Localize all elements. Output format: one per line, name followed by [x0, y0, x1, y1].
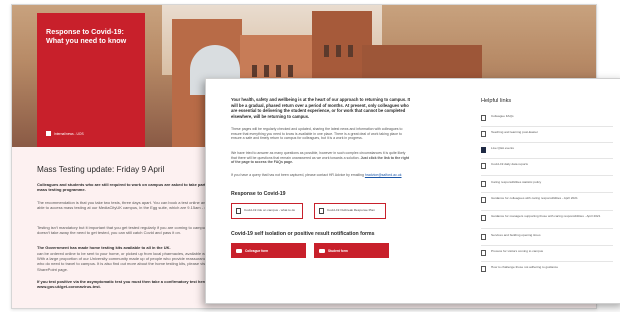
help-link-daily-data[interactable]: Covid-19 daily data reports	[481, 162, 613, 169]
covid-risk-button[interactable]: Covid-19 risk on campus - what to do	[231, 203, 303, 219]
outbreak-plan-button[interactable]: Covid-19 Outbreak Response Plan	[314, 203, 386, 219]
calendar-icon	[481, 147, 486, 153]
help-link-label: How to challenge those not adhering to g…	[491, 265, 559, 269]
hero-tag: Internal/news - UOS	[54, 131, 84, 136]
intro-text: Your health, safety and wellbeing is at …	[231, 97, 411, 119]
help-link-label: Caring responsibilities statistic policy	[491, 180, 542, 184]
response-heading: Response to Covid-19	[231, 191, 286, 197]
mass-testing-heading: Mass Testing update: Friday 9 April	[37, 165, 165, 174]
help-link-label: Covid-19 daily data reports	[491, 162, 528, 166]
document-icon	[481, 266, 486, 272]
help-link-label: Teaching and learning post-Easter	[491, 130, 538, 134]
car-icon	[236, 248, 242, 253]
covid-risk-label: Covid-19 risk on campus - what to do	[244, 208, 296, 213]
back-paragraph-6: If you test positive via the asymptomati…	[37, 279, 208, 290]
car-icon	[319, 248, 325, 253]
paragraph-3: If you have a query that has not been ca…	[231, 173, 411, 178]
student-form-label: Student form	[328, 248, 348, 253]
isolation-heading: Covid-19 self isolation or positive resu…	[231, 231, 375, 237]
document-icon	[236, 208, 241, 214]
tag-icon	[46, 131, 51, 136]
paragraph-3-text: If you have a query that has not been ca…	[231, 173, 364, 177]
back-paragraph-2: The recommendation is that you take two …	[37, 200, 220, 211]
document-icon	[481, 197, 486, 203]
document-icon	[481, 215, 486, 221]
help-link-label: Colleague FAQs	[491, 114, 514, 118]
help-link-qa-events[interactable]: Live Q&A events	[481, 146, 613, 153]
document-icon	[319, 208, 324, 214]
document-icon	[481, 115, 486, 121]
help-link-visitors[interactable]: Process for visitors coming to campus	[481, 249, 613, 256]
paragraph-1: These pages will be regularly checked an…	[231, 127, 403, 141]
help-link-label: Services and building opening times	[491, 233, 541, 237]
help-link-challenge[interactable]: How to challenge those not adhering to g…	[481, 265, 613, 272]
document-icon	[481, 234, 486, 240]
help-link-caring-policy[interactable]: Caring responsibilities statistic policy	[481, 180, 613, 187]
help-link-label: Guidance for colleagues with caring resp…	[491, 196, 578, 200]
document-icon	[481, 163, 486, 169]
helpful-links-title: Helpful links	[481, 98, 512, 104]
document-icon	[481, 250, 486, 256]
help-link-teaching[interactable]: Teaching and learning post-Easter	[481, 130, 613, 137]
document-icon	[481, 131, 486, 137]
hero-title: Response to Covid-19: What you need to k…	[46, 27, 127, 45]
document-icon	[481, 181, 486, 187]
help-link-caring-colleagues[interactable]: Guidance for colleagues with caring resp…	[481, 196, 613, 203]
back-paragraph-5: can be ordered online to be sent to your…	[37, 251, 225, 272]
hero-title-card: Response to Covid-19: What you need to k…	[37, 13, 145, 153]
front-page: Your health, safety and wellbeing is at …	[205, 78, 620, 304]
back-paragraph-3: Testing isn't mandatory but it important…	[37, 225, 215, 236]
help-link-label: Guidance for managers supporting those w…	[491, 214, 601, 218]
help-link-label: Process for visitors coming to campus	[491, 249, 544, 253]
colleague-form-button[interactable]: Colleague form	[231, 243, 306, 258]
help-link-opening-times[interactable]: Services and building opening times	[481, 233, 613, 240]
student-form-button[interactable]: Student form	[314, 243, 389, 258]
outbreak-plan-label: Covid-19 Outbreak Response Plan	[327, 208, 375, 213]
paragraph-2: We have tried to answer as many question…	[231, 151, 411, 165]
help-link-colleague-faqs[interactable]: Colleague FAQs	[481, 114, 613, 121]
help-link-caring-managers[interactable]: Guidance for managers supporting those w…	[481, 214, 613, 221]
colleague-form-label: Colleague form	[245, 248, 269, 253]
help-link-label: Live Q&A events	[491, 146, 514, 150]
back-paragraph-1: Colleagues and students who are still re…	[37, 182, 218, 193]
hr-email-link[interactable]: hradvice@salford.ac.uk	[365, 173, 402, 177]
back-paragraph-4: The Government has made home testing kit…	[37, 245, 171, 250]
